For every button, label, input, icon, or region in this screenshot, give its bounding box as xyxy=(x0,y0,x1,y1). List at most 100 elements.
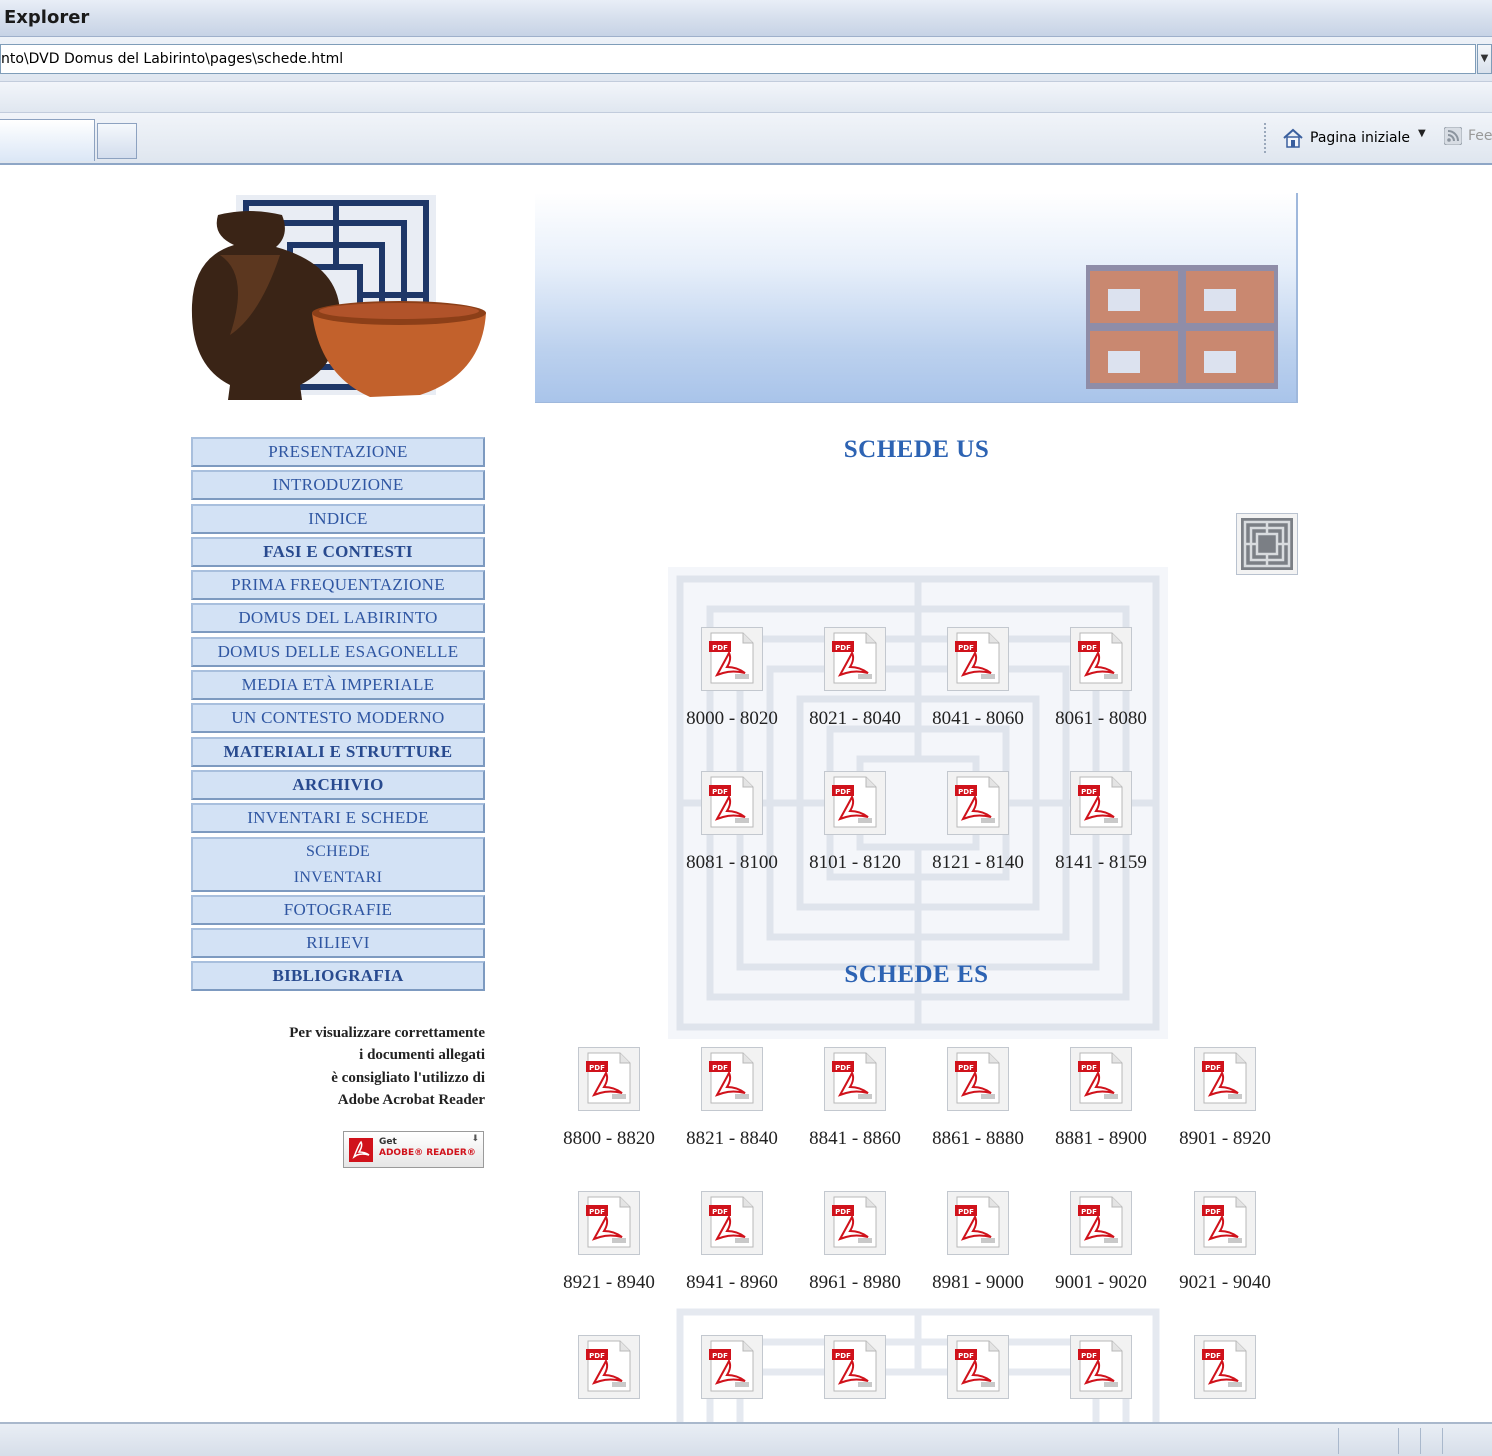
sidebar-item[interactable]: UN CONTESTO MODERNO xyxy=(191,703,485,734)
schede-us-heading: SCHEDE US xyxy=(843,436,990,463)
pdf-file-icon[interactable]: PDF xyxy=(1194,1047,1256,1111)
pottery-header-image xyxy=(191,195,486,400)
svg-text:PDF: PDF xyxy=(835,1064,851,1072)
svg-text:PDF: PDF xyxy=(589,1208,605,1216)
home-button[interactable]: Pagina iniziale xyxy=(1282,125,1410,151)
svg-text:PDF: PDF xyxy=(835,1208,851,1216)
sidebar-item[interactable]: DOMUS DEL LABIRINTO xyxy=(191,603,485,634)
pdf-file-icon[interactable]: PDF xyxy=(1070,627,1132,691)
adobe-logo-icon xyxy=(349,1138,373,1162)
sidebar-item[interactable]: FASI E CONTESTI xyxy=(191,536,485,567)
address-dropdown-button[interactable]: ▼ xyxy=(1477,44,1492,74)
pdf-file-icon[interactable]: PDF xyxy=(701,627,763,691)
pdf-file-icon[interactable]: PDF xyxy=(1070,1191,1132,1255)
pdf-file-label[interactable]: 8861 - 8880 xyxy=(916,1128,1040,1150)
pdf-file-label[interactable]: 8941 - 8960 xyxy=(670,1272,794,1294)
adobe-reader-label: ADOBE® READER® xyxy=(379,1148,476,1158)
new-tab-button[interactable] xyxy=(97,123,137,159)
pdf-file-label[interactable]: 8000 - 8020 xyxy=(670,708,794,730)
svg-text:PDF: PDF xyxy=(835,644,851,652)
pdf-file-icon[interactable]: PDF xyxy=(824,771,886,835)
sidebar-item[interactable]: SCHEDE INVENTARI xyxy=(191,836,485,892)
feeds-label: Fee xyxy=(1468,128,1492,144)
pdf-file-icon[interactable]: PDF xyxy=(947,1335,1009,1399)
pdf-file-label[interactable]: 8800 - 8820 xyxy=(547,1128,671,1150)
pdf-file-label[interactable]: 8981 - 9000 xyxy=(916,1272,1040,1294)
pdf-file-icon[interactable]: PDF xyxy=(701,771,763,835)
pdf-file-label[interactable]: 8881 - 8900 xyxy=(1039,1128,1163,1150)
sidebar-menu: PRESENTAZIONE INTRODUZIONE INDICE FASI E CO… xyxy=(191,437,485,995)
pdf-file-label[interactable]: 8121 - 8140 xyxy=(916,852,1040,874)
sidebar-item[interactable]: BIBLIOGRAFIA xyxy=(191,961,485,992)
pdf-file-label[interactable]: 8081 - 8100 xyxy=(670,852,794,874)
svg-text:PDF: PDF xyxy=(835,788,851,796)
get-adobe-reader-button[interactable]: Get ADOBE® READER® ⬇ xyxy=(343,1131,484,1168)
labyrinth-icon[interactable] xyxy=(1236,513,1298,575)
pdf-file-icon[interactable]: PDF xyxy=(1070,1335,1132,1399)
svg-text:PDF: PDF xyxy=(958,788,974,796)
pdf-file-icon[interactable]: PDF xyxy=(824,1335,886,1399)
pdf-file-icon[interactable]: PDF xyxy=(701,1335,763,1399)
pdf-file-label[interactable]: 8101 - 8120 xyxy=(793,852,917,874)
svg-text:PDF: PDF xyxy=(958,1352,974,1360)
svg-text:PDF: PDF xyxy=(712,1064,728,1072)
address-bar[interactable]: nto\DVD Domus del Labirinto\pages\schede… xyxy=(0,44,1476,74)
pdf-file-icon[interactable]: PDF xyxy=(578,1191,640,1255)
sidebar-item[interactable]: ARCHIVIO xyxy=(191,769,485,800)
pdf-file-icon[interactable]: PDF xyxy=(701,1191,763,1255)
pdf-file-icon[interactable]: PDF xyxy=(824,627,886,691)
pdf-file-icon[interactable]: PDF xyxy=(1194,1335,1256,1399)
pdf-file-label[interactable]: 9001 - 9020 xyxy=(1039,1272,1163,1294)
pdf-file-icon[interactable]: PDF xyxy=(824,1191,886,1255)
note-line: Per visualizzare correttamente xyxy=(289,1025,485,1041)
pdf-file-icon[interactable]: PDF xyxy=(947,627,1009,691)
pdf-file-label[interactable]: 8821 - 8840 xyxy=(670,1128,794,1150)
pdf-file-label[interactable]: 8961 - 8980 xyxy=(793,1272,917,1294)
sidebar-item[interactable]: MEDIA ETÀ IMPERIALE xyxy=(191,670,485,701)
svg-text:PDF: PDF xyxy=(712,788,728,796)
sidebar-item[interactable]: INVENTARI E SCHEDE xyxy=(191,803,485,834)
sidebar-item[interactable]: INTRODUZIONE xyxy=(191,470,485,501)
status-divider xyxy=(1420,1428,1421,1454)
home-label: Pagina iniziale xyxy=(1310,130,1411,146)
svg-text:PDF: PDF xyxy=(835,1352,851,1360)
feeds-button[interactable]: Fee xyxy=(1444,127,1492,145)
pdf-file-label[interactable]: 8921 - 8940 xyxy=(547,1272,671,1294)
sidebar-item[interactable]: PRIMA FREQUENTAZIONE xyxy=(191,570,485,601)
sidebar-item[interactable]: INDICE xyxy=(191,503,485,534)
pdf-file-icon[interactable]: PDF xyxy=(947,1047,1009,1111)
status-divider xyxy=(1338,1428,1339,1454)
pdf-file-icon[interactable]: PDF xyxy=(1070,771,1132,835)
svg-text:PDF: PDF xyxy=(1205,1352,1221,1360)
pdf-file-label[interactable]: 8841 - 8860 xyxy=(793,1128,917,1150)
svg-text:PDF: PDF xyxy=(1081,1352,1097,1360)
home-dropdown-icon[interactable]: ▼ xyxy=(1418,128,1426,139)
sidebar-item[interactable]: MATERIALI E STRUTTURE xyxy=(191,736,485,767)
svg-text:PDF: PDF xyxy=(1081,1064,1097,1072)
pdf-file-icon[interactable]: PDF xyxy=(578,1047,640,1111)
pdf-file-icon[interactable]: PDF xyxy=(824,1047,886,1111)
pdf-file-label[interactable]: 8901 - 8920 xyxy=(1163,1128,1287,1150)
sidebar-item[interactable]: PRESENTAZIONE xyxy=(191,437,485,467)
tab-current[interactable] xyxy=(0,119,95,161)
pdf-file-icon[interactable]: PDF xyxy=(947,771,1009,835)
svg-text:PDF: PDF xyxy=(712,644,728,652)
pdf-file-label[interactable]: 8021 - 8040 xyxy=(793,708,917,730)
sidebar-item[interactable]: DOMUS DELLE ESAGONELLE xyxy=(191,636,485,667)
sidebar-item[interactable]: RILIEVI xyxy=(191,928,485,959)
toolbar-separator xyxy=(1264,123,1268,153)
pdf-file-icon[interactable]: PDF xyxy=(701,1047,763,1111)
pdf-file-icon[interactable]: PDF xyxy=(1194,1191,1256,1255)
pdf-file-icon[interactable]: PDF xyxy=(578,1335,640,1399)
address-url[interactable]: nto\DVD Domus del Labirinto\pages\schede… xyxy=(1,51,343,67)
status-bar xyxy=(0,1422,1492,1456)
sidebar-item[interactable]: FOTOGRAFIE xyxy=(191,894,485,925)
pdf-file-label[interactable]: 8061 - 8080 xyxy=(1039,708,1163,730)
pdf-file-icon[interactable]: PDF xyxy=(947,1191,1009,1255)
adobe-get-label: Get xyxy=(379,1137,397,1147)
pdf-file-label[interactable]: 8141 - 8159 xyxy=(1039,852,1163,874)
pdf-file-label[interactable]: 9021 - 9040 xyxy=(1163,1272,1287,1294)
pdf-file-icon[interactable]: PDF xyxy=(1070,1047,1132,1111)
note-line: è consigliato l'utilizzo di xyxy=(331,1069,485,1086)
pdf-file-label[interactable]: 8041 - 8060 xyxy=(916,708,1040,730)
